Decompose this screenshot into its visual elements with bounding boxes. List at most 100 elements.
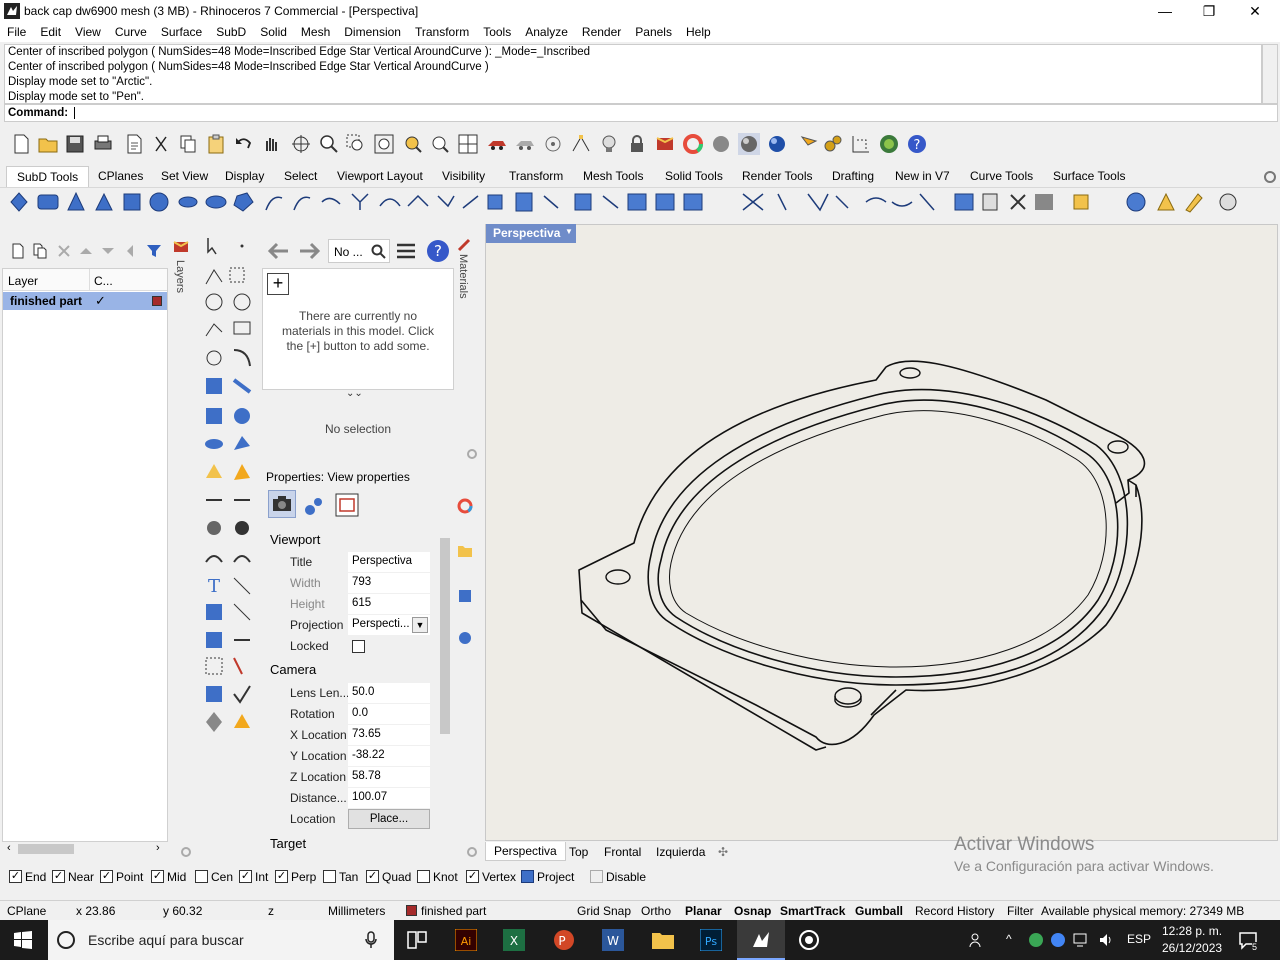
toggle-ortho[interactable]: Ortho (641, 904, 671, 918)
toggle-osnap[interactable]: Osnap (734, 904, 771, 918)
distance-field[interactable]: 100.07 (348, 788, 430, 808)
tab-viewport-layout[interactable]: Viewport Layout (337, 169, 423, 183)
move-layer-up-icon[interactable] (78, 243, 94, 259)
tab-curve-tools[interactable]: Curve Tools (970, 169, 1033, 183)
color-wheel-icon[interactable] (682, 133, 704, 155)
food4rhino-icon[interactable] (878, 133, 900, 155)
paste-icon[interactable] (205, 133, 227, 155)
add-material-button[interactable]: + (267, 273, 289, 295)
rhino-taskbar-button[interactable] (737, 920, 785, 960)
restore-button[interactable]: ❐ (1186, 0, 1232, 22)
new-file-icon[interactable] (10, 133, 32, 155)
osnap-perp-checkbox[interactable]: ✓ (275, 870, 288, 883)
zoom-selected-icon[interactable] (402, 133, 424, 155)
osnap-cen-checkbox[interactable] (195, 870, 208, 883)
osnap-point-checkbox[interactable]: ✓ (100, 870, 113, 883)
shaded-sphere-icon[interactable] (738, 133, 760, 155)
osnap-int-checkbox[interactable]: ✓ (239, 870, 252, 883)
layers-side-tab[interactable]: Layers (170, 236, 192, 346)
rendering-sphere-icon[interactable] (457, 630, 473, 646)
layers-hscrollbar[interactable]: ‹ › (4, 842, 168, 856)
projection-dropdown-icon[interactable]: ▼ (412, 617, 428, 633)
tab-cplanes[interactable]: CPlanes (98, 169, 143, 183)
tab-select[interactable]: Select (284, 169, 317, 183)
place-location-button[interactable]: Place... (348, 809, 430, 829)
viewtab-perspectiva[interactable]: Perspectiva (485, 842, 566, 861)
lens-field[interactable]: 50.0 (348, 683, 430, 703)
tab-render-tools[interactable]: Render Tools (742, 169, 813, 183)
show-hidden-icons[interactable]: ^ (1006, 932, 1012, 946)
taskbar-date[interactable]: 26/12/2023 (1162, 941, 1222, 955)
delete-layer-icon[interactable] (56, 243, 72, 259)
tab-transform[interactable]: Transform (509, 169, 563, 183)
document-properties-icon[interactable] (123, 133, 145, 155)
viewport-title-tab[interactable]: Perspectiva ▼ (486, 224, 576, 243)
y-location-field[interactable]: -38.22 (348, 746, 430, 766)
viewtab-frontal[interactable]: Frontal (604, 845, 641, 859)
menu-help[interactable]: Help (679, 22, 718, 39)
osnap-mid-checkbox[interactable]: ✓ (151, 870, 164, 883)
subd-tool-icons[interactable] (8, 190, 1248, 214)
back-arrow-icon[interactable] (266, 241, 290, 261)
taskbar-search-box[interactable]: Escribe aquí para buscar (48, 920, 394, 960)
status-cplane[interactable]: CPlane (7, 904, 46, 918)
windows-start-icon[interactable] (14, 931, 32, 949)
named-cplanes-icon[interactable] (514, 133, 536, 155)
title-field[interactable]: Perspectiva (348, 552, 430, 572)
osnap-end-checkbox[interactable]: ✓ (9, 870, 22, 883)
materials-settings-gear-icon[interactable] (466, 448, 478, 460)
obs-app-icon[interactable] (798, 929, 820, 951)
materials-help-icon[interactable]: ? (426, 239, 450, 263)
x-location-field[interactable]: 73.65 (348, 725, 430, 745)
command-line[interactable]: Command: (4, 104, 1278, 122)
pan-hand-icon[interactable] (260, 133, 282, 155)
word-app-icon[interactable]: W (602, 929, 624, 951)
layer-color-swatch[interactable] (152, 296, 162, 306)
menu-transform[interactable]: Transform (408, 22, 476, 39)
camera-tab[interactable] (268, 490, 296, 518)
folder-icon[interactable] (457, 544, 473, 558)
people-icon[interactable] (968, 931, 986, 949)
object-color-wheel-icon[interactable] (457, 498, 473, 514)
viewport-frame-icon[interactable] (334, 492, 360, 518)
toggle-gumball[interactable]: Gumball (855, 904, 903, 918)
undo-view-icon[interactable] (429, 133, 451, 155)
save-icon[interactable] (64, 133, 86, 155)
add-viewport-tab-icon[interactable]: ✣ (718, 845, 728, 859)
four-viewports-icon[interactable] (457, 133, 479, 155)
dimension-icon[interactable] (850, 133, 872, 155)
command-input[interactable] (74, 106, 76, 119)
zoom-extents-icon[interactable] (373, 133, 395, 155)
tab-drafting[interactable]: Drafting (832, 169, 874, 183)
menu-view[interactable]: View (68, 22, 108, 39)
column-current[interactable]: C... (94, 274, 113, 288)
open-file-icon[interactable] (37, 133, 59, 155)
cut-icon[interactable] (150, 133, 172, 155)
move-layer-down-icon[interactable] (100, 243, 116, 259)
osnap-quad-checkbox[interactable]: ✓ (366, 870, 379, 883)
zoom-window-icon[interactable] (345, 133, 367, 155)
tab-solid-tools[interactable]: Solid Tools (665, 169, 723, 183)
tray-app-icon-1[interactable] (1028, 932, 1044, 948)
toggle-grid-snap[interactable]: Grid Snap (577, 904, 631, 918)
materials-side-tab[interactable]: Materials (454, 236, 474, 316)
osnap-near-checkbox[interactable]: ✓ (52, 870, 65, 883)
toggle-smarttrack[interactable]: SmartTrack (780, 904, 845, 918)
layer-row[interactable]: finished part ✓ (3, 292, 167, 310)
tab-subd-tools[interactable]: SubD Tools (6, 166, 90, 187)
drawing-tool-icons[interactable]: T (198, 232, 260, 742)
tab-surface-tools[interactable]: Surface Tools (1053, 169, 1126, 183)
photoshop-app-icon[interactable]: Ps (700, 929, 722, 951)
locked-checkbox[interactable] (352, 640, 365, 653)
menu-tools[interactable]: Tools (476, 22, 518, 39)
rotate-view-icon[interactable] (290, 133, 312, 155)
tab-mesh-tools[interactable]: Mesh Tools (583, 169, 643, 183)
light-bulb-icon[interactable] (598, 133, 620, 155)
menu-subd[interactable]: SubD (209, 22, 253, 39)
network-icon[interactable] (1072, 932, 1088, 948)
help-icon[interactable]: ? (906, 133, 928, 155)
taskbar-time[interactable]: 12:28 p. m. (1162, 924, 1222, 938)
lock-icon[interactable] (626, 133, 648, 155)
file-explorer-icon[interactable] (651, 929, 675, 951)
options-gears-icon[interactable] (822, 133, 844, 155)
